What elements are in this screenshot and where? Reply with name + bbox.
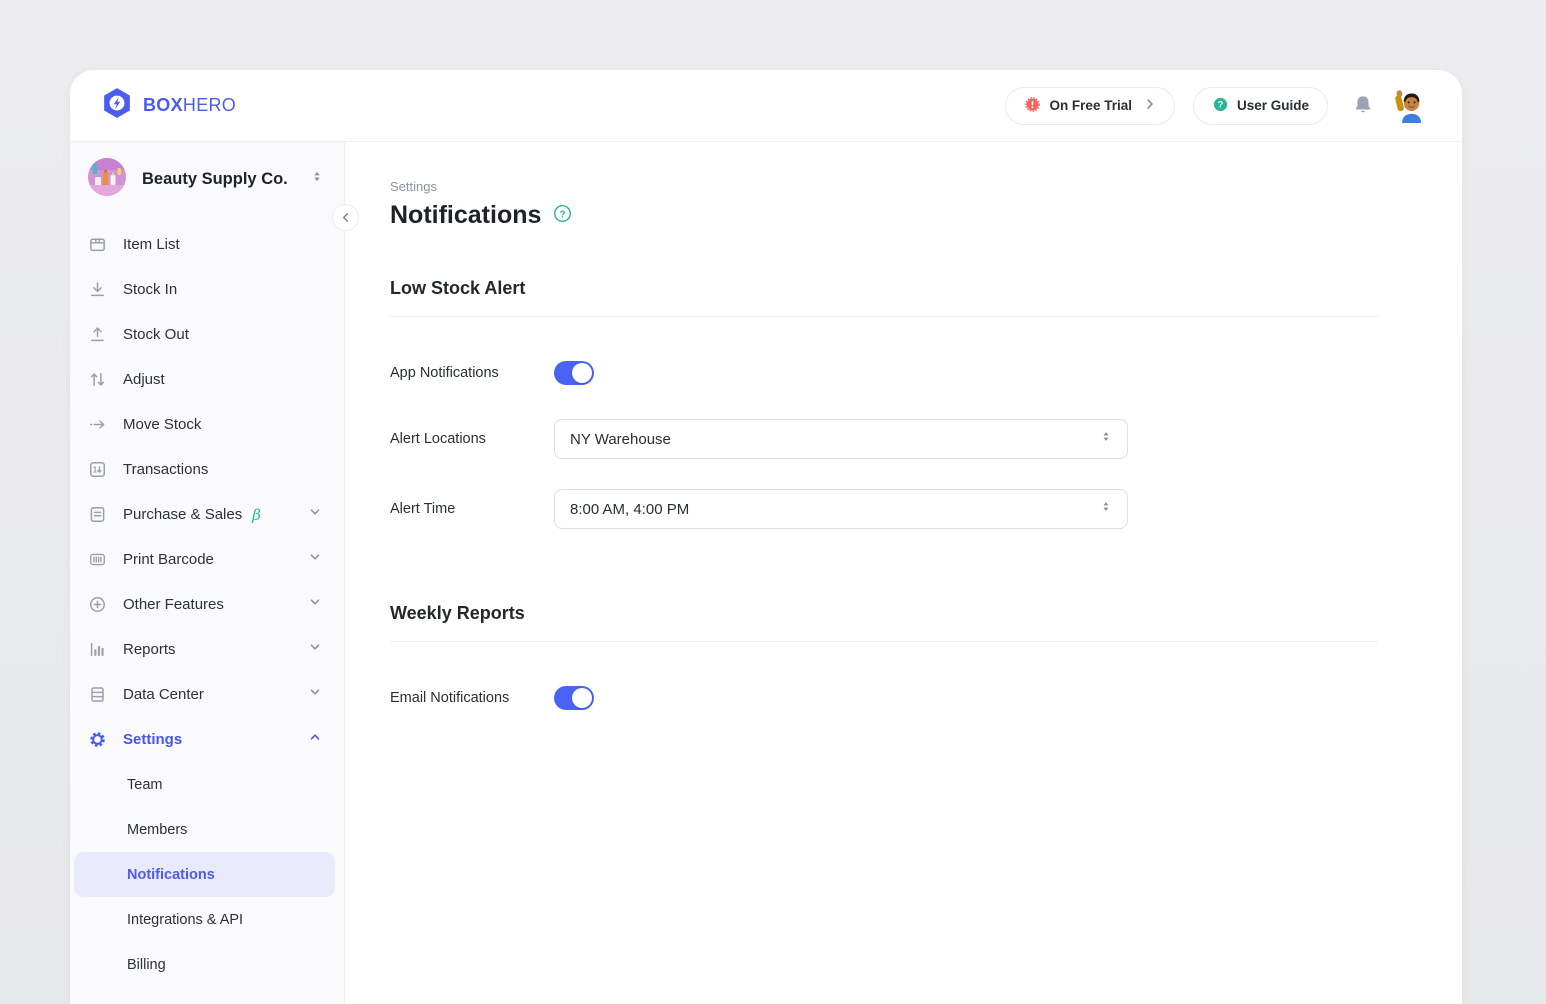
gear-icon	[88, 730, 107, 749]
workspace-sorter-icon	[310, 169, 324, 189]
sidebar-item-data-center[interactable]: Data Center	[70, 672, 344, 717]
user-avatar[interactable]	[1392, 89, 1426, 123]
app-window: BOXHERO On Free Trial	[70, 70, 1462, 1004]
sidebar-item-adjust[interactable]: Adjust	[70, 357, 344, 402]
chevron-up-icon	[308, 730, 322, 749]
chevron-down-icon	[308, 640, 322, 659]
alert-locations-value: NY Warehouse	[570, 431, 1099, 448]
app-notifications-label: App Notifications	[390, 365, 554, 381]
sidebar-item-stock-in[interactable]: Stock In	[70, 267, 344, 312]
plus-circle-icon	[88, 595, 107, 614]
alert-locations-label: Alert Locations	[390, 431, 554, 447]
page-title: Notifications	[390, 201, 541, 230]
up-down-arrows-icon	[88, 370, 107, 389]
sidebar-item-item-list[interactable]: Item List	[70, 222, 344, 267]
help-icon[interactable]: ?	[553, 204, 572, 228]
chevron-down-icon	[308, 550, 322, 569]
main-content: Settings Notifications ? Low Stock Alert…	[345, 142, 1462, 1004]
sidebar-subitem-integrations-api[interactable]: Integrations & API	[74, 897, 335, 942]
on-free-trial-button[interactable]: On Free Trial	[1005, 87, 1175, 125]
top-header: BOXHERO On Free Trial	[70, 70, 1462, 142]
chevron-right-icon	[1144, 98, 1156, 113]
sidebar-subitem-team[interactable]: Team	[74, 762, 335, 807]
workspace-name: Beauty Supply Co.	[142, 170, 294, 189]
svg-text:1: 1	[93, 466, 98, 475]
breadcrumb: Settings	[390, 179, 1378, 194]
barcode-icon	[88, 550, 107, 569]
boxhero-hexagon-icon	[100, 86, 134, 125]
svg-text:?: ?	[560, 209, 566, 220]
bar-chart-icon	[88, 640, 107, 659]
alert-time-label: Alert Time	[390, 501, 554, 517]
move-arrow-icon	[88, 415, 107, 434]
section-divider	[390, 316, 1378, 317]
question-badge-icon: ?	[1212, 96, 1229, 116]
notifications-bell-icon[interactable]	[1352, 94, 1374, 117]
sidebar-subitem-notifications[interactable]: Notifications	[74, 852, 335, 897]
document-icon	[88, 505, 107, 524]
sidebar: Beauty Supply Co. Item List	[70, 142, 345, 1004]
section-divider	[390, 641, 1378, 642]
database-icon	[88, 685, 107, 704]
alert-time-value: 8:00 AM, 4:00 PM	[570, 501, 1099, 518]
stock-out-icon	[88, 325, 107, 344]
sidebar-item-purchase-sales[interactable]: Purchase & Salesβ	[70, 492, 344, 537]
box-icon	[88, 235, 107, 254]
sidebar-item-other-features[interactable]: Other Features	[70, 582, 344, 627]
chevron-down-icon	[308, 685, 322, 704]
sidebar-item-settings[interactable]: Settings	[70, 717, 344, 762]
chevron-down-icon	[308, 505, 322, 524]
trial-label: On Free Trial	[1049, 98, 1132, 113]
sidebar-item-move-stock[interactable]: Move Stock	[70, 402, 344, 447]
boxhero-logo[interactable]: BOXHERO	[100, 86, 236, 125]
alert-time-select[interactable]: 8:00 AM, 4:00 PM	[554, 489, 1128, 529]
sidebar-item-print-barcode[interactable]: Print Barcode	[70, 537, 344, 582]
low-stock-alert-heading: Low Stock Alert	[390, 278, 1378, 299]
sidebar-collapse-button[interactable]	[332, 204, 359, 231]
select-sorter-icon	[1099, 499, 1113, 519]
user-guide-button[interactable]: ? User Guide	[1193, 87, 1328, 125]
alert-locations-select[interactable]: NY Warehouse	[554, 419, 1128, 459]
sidebar-item-transactions[interactable]: 1 Transactions	[70, 447, 344, 492]
sidebar-subitem-members[interactable]: Members	[74, 807, 335, 852]
stock-in-icon	[88, 280, 107, 299]
app-notifications-toggle[interactable]	[554, 361, 594, 385]
email-notifications-toggle[interactable]	[554, 686, 594, 710]
chevron-down-icon	[308, 595, 322, 614]
select-sorter-icon	[1099, 429, 1113, 449]
beta-badge: β	[252, 506, 261, 524]
boxhero-wordmark: BOXHERO	[143, 95, 236, 116]
guide-label: User Guide	[1237, 98, 1309, 113]
workspace-switcher[interactable]: Beauty Supply Co.	[88, 158, 324, 200]
sidebar-item-reports[interactable]: Reports	[70, 627, 344, 672]
trial-badge-icon	[1024, 96, 1041, 116]
email-notifications-label: Email Notifications	[390, 690, 554, 706]
svg-text:?: ?	[1218, 99, 1223, 109]
transactions-icon: 1	[88, 460, 107, 479]
weekly-reports-heading: Weekly Reports	[390, 603, 1378, 624]
sidebar-subitem-billing[interactable]: Billing	[74, 942, 335, 987]
workspace-avatar	[88, 158, 126, 201]
sidebar-item-stock-out[interactable]: Stock Out	[70, 312, 344, 357]
